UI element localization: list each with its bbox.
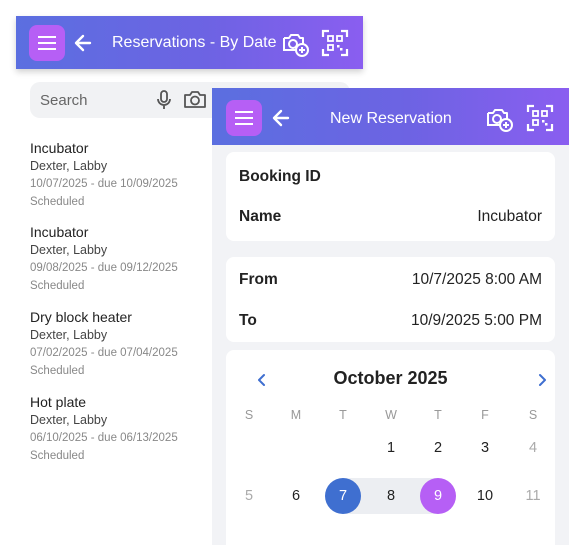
- app-header: New Reservation: [212, 88, 569, 145]
- reservation-dates: 07/02/2025 - due 07/04/2025: [30, 347, 178, 359]
- reservation-owner: Dexter, Labby: [30, 413, 108, 427]
- qr-scan-icon: [526, 104, 554, 132]
- reservation-status: Scheduled: [30, 280, 85, 292]
- list-item[interactable]: Hot plate Dexter, Labby 06/10/2025 - due…: [30, 393, 220, 465]
- calendar-day[interactable]: [278, 430, 314, 466]
- weekday-label: T: [434, 408, 442, 422]
- name-field[interactable]: Incubator: [477, 208, 542, 226]
- weekday-label: W: [385, 408, 397, 422]
- camera-icon[interactable]: [183, 89, 207, 109]
- calendar-day[interactable]: 3: [467, 430, 503, 466]
- reservation-item: Dry block heater: [30, 309, 132, 325]
- menu-icon: [38, 36, 56, 50]
- calendar-card: October 2025 S M T W T F S 1 2 3 4 5 6 7…: [226, 350, 555, 545]
- name-label: Name: [239, 208, 282, 225]
- reservation-status: Scheduled: [30, 365, 85, 377]
- new-reservation-screen: New Reservation Booking ID Name Incubato…: [212, 88, 569, 545]
- app-header: Reservations - By Date: [16, 16, 363, 69]
- reservation-owner: Dexter, Labby: [30, 159, 108, 173]
- weekday-label: F: [481, 408, 489, 422]
- calendar-day[interactable]: 5: [231, 478, 267, 514]
- weekday-label: T: [339, 408, 347, 422]
- calendar-day[interactable]: [231, 430, 267, 466]
- booking-id-row[interactable]: Booking ID: [239, 168, 542, 188]
- reservation-item: Incubator: [30, 140, 89, 156]
- qr-scan-button[interactable]: [525, 103, 555, 133]
- menu-icon: [235, 111, 253, 125]
- to-row[interactable]: To 10/9/2025 5:00 PM: [239, 312, 542, 332]
- page-title: New Reservation: [330, 110, 452, 127]
- qr-scan-button[interactable]: [320, 28, 350, 58]
- reservation-dates: 10/07/2025 - due 10/09/2025: [30, 178, 178, 190]
- calendar-day[interactable]: 11: [515, 478, 551, 514]
- calendar-day[interactable]: 10: [467, 478, 503, 514]
- reservation-dates: 06/10/2025 - due 06/13/2025: [30, 432, 178, 444]
- weekday-label: M: [290, 408, 302, 422]
- reservation-owner: Dexter, Labby: [30, 243, 108, 257]
- to-label: To: [239, 312, 257, 329]
- list-item[interactable]: Incubator Dexter, Labby 09/08/2025 - due…: [30, 223, 220, 295]
- search-input[interactable]: Search: [40, 92, 88, 109]
- booking-card: Booking ID Name Incubator: [226, 152, 555, 241]
- add-photo-button[interactable]: [280, 28, 310, 58]
- calendar-day[interactable]: 1: [373, 430, 409, 466]
- calendar-day[interactable]: [325, 430, 361, 466]
- from-label: From: [239, 271, 278, 288]
- calendar-day[interactable]: 2: [420, 430, 456, 466]
- add-photo-icon: [487, 109, 513, 132]
- list-item[interactable]: Dry block heater Dexter, Labby 07/02/202…: [30, 308, 220, 380]
- menu-button[interactable]: [29, 25, 65, 61]
- add-photo-button[interactable]: [484, 103, 514, 133]
- calendar-month-label: October 2025: [333, 368, 448, 388]
- reservation-item: Hot plate: [30, 394, 87, 410]
- menu-button[interactable]: [226, 100, 262, 136]
- weekday-label: S: [528, 408, 538, 422]
- reservation-item: Incubator: [30, 224, 89, 240]
- reservation-dates: 09/08/2025 - due 09/12/2025: [30, 262, 178, 274]
- booking-id-label: Booking ID: [239, 168, 321, 185]
- calendar-day[interactable]: 8: [373, 478, 409, 514]
- calendar-day-range-start[interactable]: 7: [325, 478, 361, 514]
- weekday-label: S: [244, 408, 254, 422]
- back-arrow-icon[interactable]: [72, 32, 94, 54]
- name-row[interactable]: Name Incubator: [239, 208, 542, 228]
- back-arrow-icon[interactable]: [270, 107, 292, 129]
- from-row[interactable]: From 10/7/2025 8:00 AM: [239, 271, 542, 291]
- reservation-status: Scheduled: [30, 196, 85, 208]
- page-title: Reservations - By Date: [112, 34, 277, 51]
- calendar-day[interactable]: 4: [515, 430, 551, 466]
- calendar-day-range-end[interactable]: 9: [420, 478, 456, 514]
- calendar-day[interactable]: 6: [278, 478, 314, 514]
- microphone-icon[interactable]: [156, 90, 172, 110]
- add-photo-icon: [283, 34, 309, 57]
- time-card: From 10/7/2025 8:00 AM To 10/9/2025 5:00…: [226, 257, 555, 342]
- list-item[interactable]: Incubator Dexter, Labby 10/07/2025 - due…: [30, 139, 220, 211]
- from-datetime[interactable]: 10/7/2025 8:00 AM: [412, 271, 542, 289]
- qr-scan-icon: [321, 29, 349, 57]
- to-datetime[interactable]: 10/9/2025 5:00 PM: [411, 312, 542, 330]
- reservation-owner: Dexter, Labby: [30, 328, 108, 342]
- reservation-status: Scheduled: [30, 450, 85, 462]
- chevron-right-icon[interactable]: [532, 370, 552, 390]
